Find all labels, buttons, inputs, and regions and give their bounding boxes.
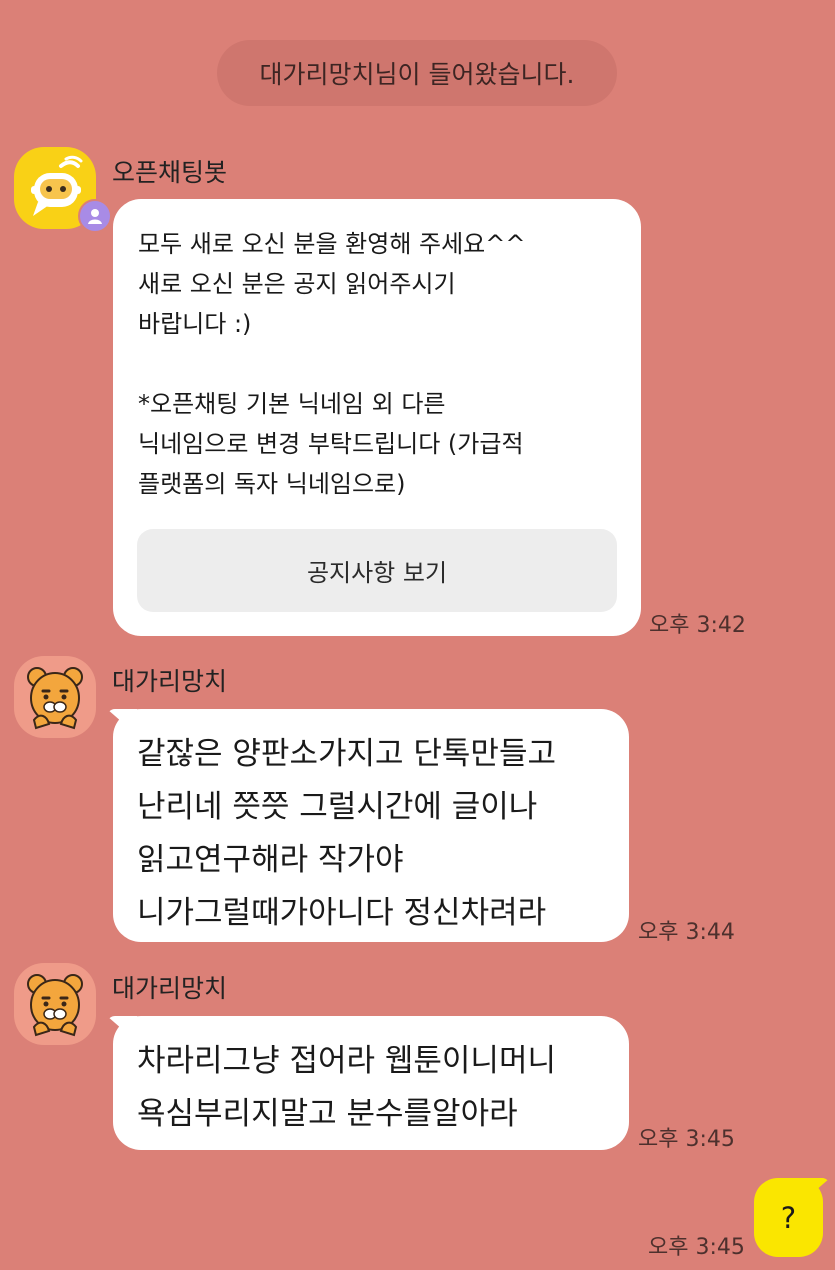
ryan-avatar-icon[interactable] — [14, 963, 96, 1045]
message-time: 오후 3:45 — [638, 1127, 735, 1152]
bot-badge-icon — [78, 199, 112, 233]
bot-message-bubble: 모두 새로 오신 분을 환영해 주세요^^ 새로 오신 분은 공지 읽어주시기 … — [113, 199, 641, 636]
sender-name-user: 대가리망치 — [112, 667, 228, 696]
system-notice: 대가리망치님이 들어왔습니다. — [217, 40, 617, 106]
user-message-bubble: 같잖은 양판소가지고 단톡만들고 난리네 쯧쯧 그럴시간에 글이나 읽고연구해라… — [113, 709, 629, 942]
view-notice-button[interactable]: 공지사항 보기 — [137, 529, 617, 612]
sender-name-user: 대가리망치 — [112, 974, 228, 1003]
sender-name-bot: 오픈채팅봇 — [112, 158, 228, 187]
lion-face-icon — [27, 974, 83, 1037]
message-time: 오후 3:44 — [638, 920, 735, 945]
chat-bot-avatar-icon[interactable] — [14, 147, 112, 233]
user-message-bubble: 차라리그냥 접어라 웹툰이니머니 욕심부리지말고 분수를알아라 — [113, 1016, 629, 1150]
lion-face-icon — [27, 667, 83, 730]
message-time: 오후 3:45 — [648, 1235, 745, 1260]
message-time: 오후 3:42 — [649, 613, 746, 638]
my-message-bubble: ? — [754, 1178, 823, 1257]
ryan-avatar-icon[interactable] — [14, 656, 96, 738]
bot-message-text: 모두 새로 오신 분을 환영해 주세요^^ 새로 오신 분은 공지 읽어주시기 … — [138, 230, 526, 498]
